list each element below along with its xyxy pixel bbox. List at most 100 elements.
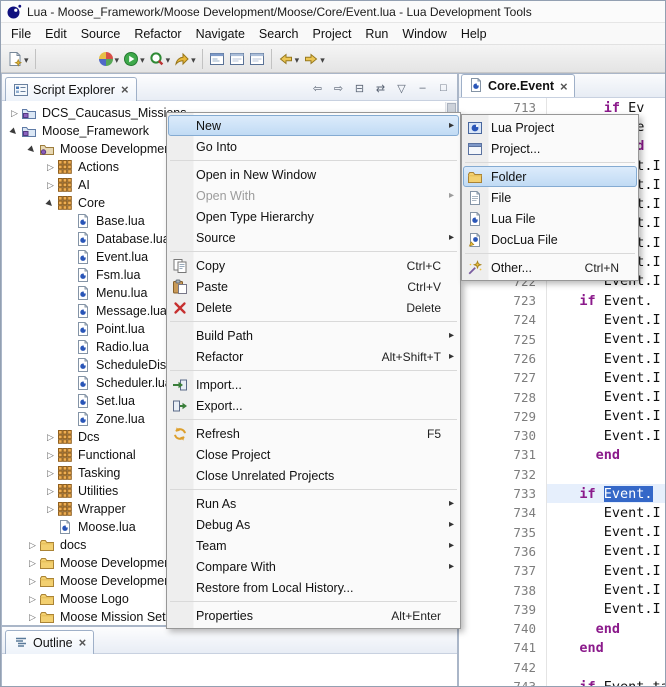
- code-line[interactable]: 727Event.I: [459, 368, 666, 387]
- menubar-item-help[interactable]: Help: [454, 25, 494, 43]
- maximize-button[interactable]: □: [434, 79, 453, 97]
- menu-item-source[interactable]: Source: [168, 227, 459, 248]
- menu-item-go-into[interactable]: Go Into: [168, 136, 459, 157]
- code-line[interactable]: 736Event.I: [459, 542, 666, 561]
- expand-arrow-icon[interactable]: [26, 558, 39, 569]
- menu-item-refactor[interactable]: RefactorAlt+Shift+T: [168, 346, 459, 367]
- menu-item-open-with[interactable]: Open With: [168, 185, 459, 206]
- code-line[interactable]: 741end: [459, 638, 666, 657]
- expand-arrow-icon[interactable]: [26, 576, 39, 587]
- forward-button[interactable]: [301, 47, 327, 71]
- expand-arrow-icon[interactable]: [8, 108, 21, 119]
- close-icon[interactable]: [121, 82, 129, 97]
- menu-item-open-in-new-window[interactable]: Open in New Window: [168, 164, 459, 185]
- view-menu-button[interactable]: ▽: [392, 79, 411, 97]
- expand-arrow-icon[interactable]: [26, 594, 39, 605]
- menu-item-copy[interactable]: CopyCtrl+C: [168, 255, 459, 276]
- code-line[interactable]: 739Event.I: [459, 600, 666, 619]
- code-line[interactable]: 726Event.I: [459, 349, 666, 368]
- menu-item-build-path[interactable]: Build Path: [168, 325, 459, 346]
- menubar-item-file[interactable]: File: [4, 25, 38, 43]
- menubar-item-search[interactable]: Search: [252, 25, 306, 43]
- menubar-item-edit[interactable]: Edit: [38, 25, 74, 43]
- back-button[interactable]: ⇦: [308, 79, 327, 97]
- menu-item-doclua-file[interactable]: DocLua File: [463, 229, 637, 250]
- code-line[interactable]: 742: [459, 658, 666, 677]
- expand-arrow-icon[interactable]: [44, 468, 57, 479]
- code-line[interactable]: 724Event.I: [459, 310, 666, 329]
- tab-core-event[interactable]: Core.Event: [461, 74, 575, 97]
- code-line[interactable]: 737Event.I: [459, 561, 666, 580]
- collapse-all-button[interactable]: ⊟: [350, 79, 369, 97]
- menu-item-folder[interactable]: Folder: [463, 166, 637, 187]
- menu-item-close-project[interactable]: Close Project: [168, 444, 459, 465]
- menu-item-import[interactable]: Import...: [168, 374, 459, 395]
- run-button[interactable]: [121, 47, 147, 71]
- menu-item-properties[interactable]: PropertiesAlt+Enter: [168, 605, 459, 626]
- expand-arrow-icon[interactable]: [44, 486, 57, 497]
- back-button[interactable]: [276, 47, 302, 71]
- menu-item-export[interactable]: Export...: [168, 395, 459, 416]
- code-line[interactable]: 734Event.I: [459, 503, 666, 522]
- external-tools-button[interactable]: [96, 47, 122, 71]
- expand-arrow-icon[interactable]: [44, 450, 57, 461]
- close-icon[interactable]: [79, 635, 87, 650]
- expand-arrow-icon[interactable]: [44, 432, 57, 443]
- code-line[interactable]: 733if Event.: [459, 484, 666, 503]
- menu-item-open-type-hierarchy[interactable]: Open Type Hierarchy: [168, 206, 459, 227]
- menu-item-close-unrelated-projects[interactable]: Close Unrelated Projects: [168, 465, 459, 486]
- lua-file-icon: [75, 411, 93, 427]
- menubar-item-run[interactable]: Run: [358, 25, 395, 43]
- code-line[interactable]: 729Event.I: [459, 407, 666, 426]
- menubar-item-window[interactable]: Window: [395, 25, 453, 43]
- menu-item-restore-from-local-history[interactable]: Restore from Local History...: [168, 577, 459, 598]
- coverage-button[interactable]: [147, 47, 173, 71]
- menu-item-new[interactable]: New: [168, 115, 459, 136]
- open-console-button[interactable]: [207, 47, 227, 71]
- menubar-item-project[interactable]: Project: [306, 25, 359, 43]
- menu-item-lua-file[interactable]: Lua File: [463, 208, 637, 229]
- run-last-launch-button[interactable]: [172, 47, 198, 71]
- close-icon[interactable]: [560, 79, 568, 94]
- code-line[interactable]: 738Event.I: [459, 580, 666, 599]
- code-line[interactable]: 735Event.I: [459, 523, 666, 542]
- expand-arrow-icon[interactable]: [8, 127, 21, 136]
- menu-item-file[interactable]: File: [463, 187, 637, 208]
- code-line[interactable]: 730Event.I: [459, 426, 666, 445]
- menu-item-project[interactable]: Project...: [463, 138, 637, 159]
- new-wizard-button[interactable]: [5, 47, 31, 71]
- expand-arrow-icon[interactable]: [44, 199, 57, 208]
- menu-item-debug-as[interactable]: Debug As: [168, 514, 459, 535]
- menu-item-compare-with[interactable]: Compare With: [168, 556, 459, 577]
- menu-item-delete[interactable]: DeleteDelete: [168, 297, 459, 318]
- code-line[interactable]: 723if Event.: [459, 291, 666, 310]
- menubar-item-refactor[interactable]: Refactor: [127, 25, 188, 43]
- link-editor-button[interactable]: ⇄: [371, 79, 390, 97]
- editor-view-b-button[interactable]: [247, 47, 267, 71]
- menu-item-lua-project[interactable]: Lua Project: [463, 117, 637, 138]
- menu-item-team[interactable]: Team: [168, 535, 459, 556]
- code-line[interactable]: 740end: [459, 619, 666, 638]
- editor-view-a-button[interactable]: [227, 47, 247, 71]
- forward-button[interactable]: ⇨: [329, 79, 348, 97]
- menu-item-other[interactable]: Other...Ctrl+N: [463, 257, 637, 278]
- expand-arrow-icon[interactable]: [26, 540, 39, 551]
- menubar-item-source[interactable]: Source: [74, 25, 128, 43]
- minimize-button[interactable]: –: [413, 79, 432, 97]
- code-line[interactable]: 732: [459, 465, 666, 484]
- expand-arrow-icon[interactable]: [44, 504, 57, 515]
- menubar-item-navigate[interactable]: Navigate: [189, 25, 252, 43]
- expand-arrow-icon[interactable]: [26, 612, 39, 623]
- menu-item-run-as[interactable]: Run As: [168, 493, 459, 514]
- code-line[interactable]: 725Event.I: [459, 330, 666, 349]
- expand-arrow-icon[interactable]: [44, 180, 57, 191]
- menu-item-refresh[interactable]: RefreshF5: [168, 423, 459, 444]
- code-line[interactable]: 731end: [459, 445, 666, 464]
- menu-item-paste[interactable]: PasteCtrl+V: [168, 276, 459, 297]
- code-line[interactable]: 743if Event.ta: [459, 677, 666, 687]
- tab-script-explorer[interactable]: Script Explorer: [5, 77, 137, 101]
- expand-arrow-icon[interactable]: [26, 145, 39, 154]
- code-line[interactable]: 728Event.I: [459, 387, 666, 406]
- tab-outline[interactable]: Outline: [5, 630, 94, 654]
- expand-arrow-icon[interactable]: [44, 162, 57, 173]
